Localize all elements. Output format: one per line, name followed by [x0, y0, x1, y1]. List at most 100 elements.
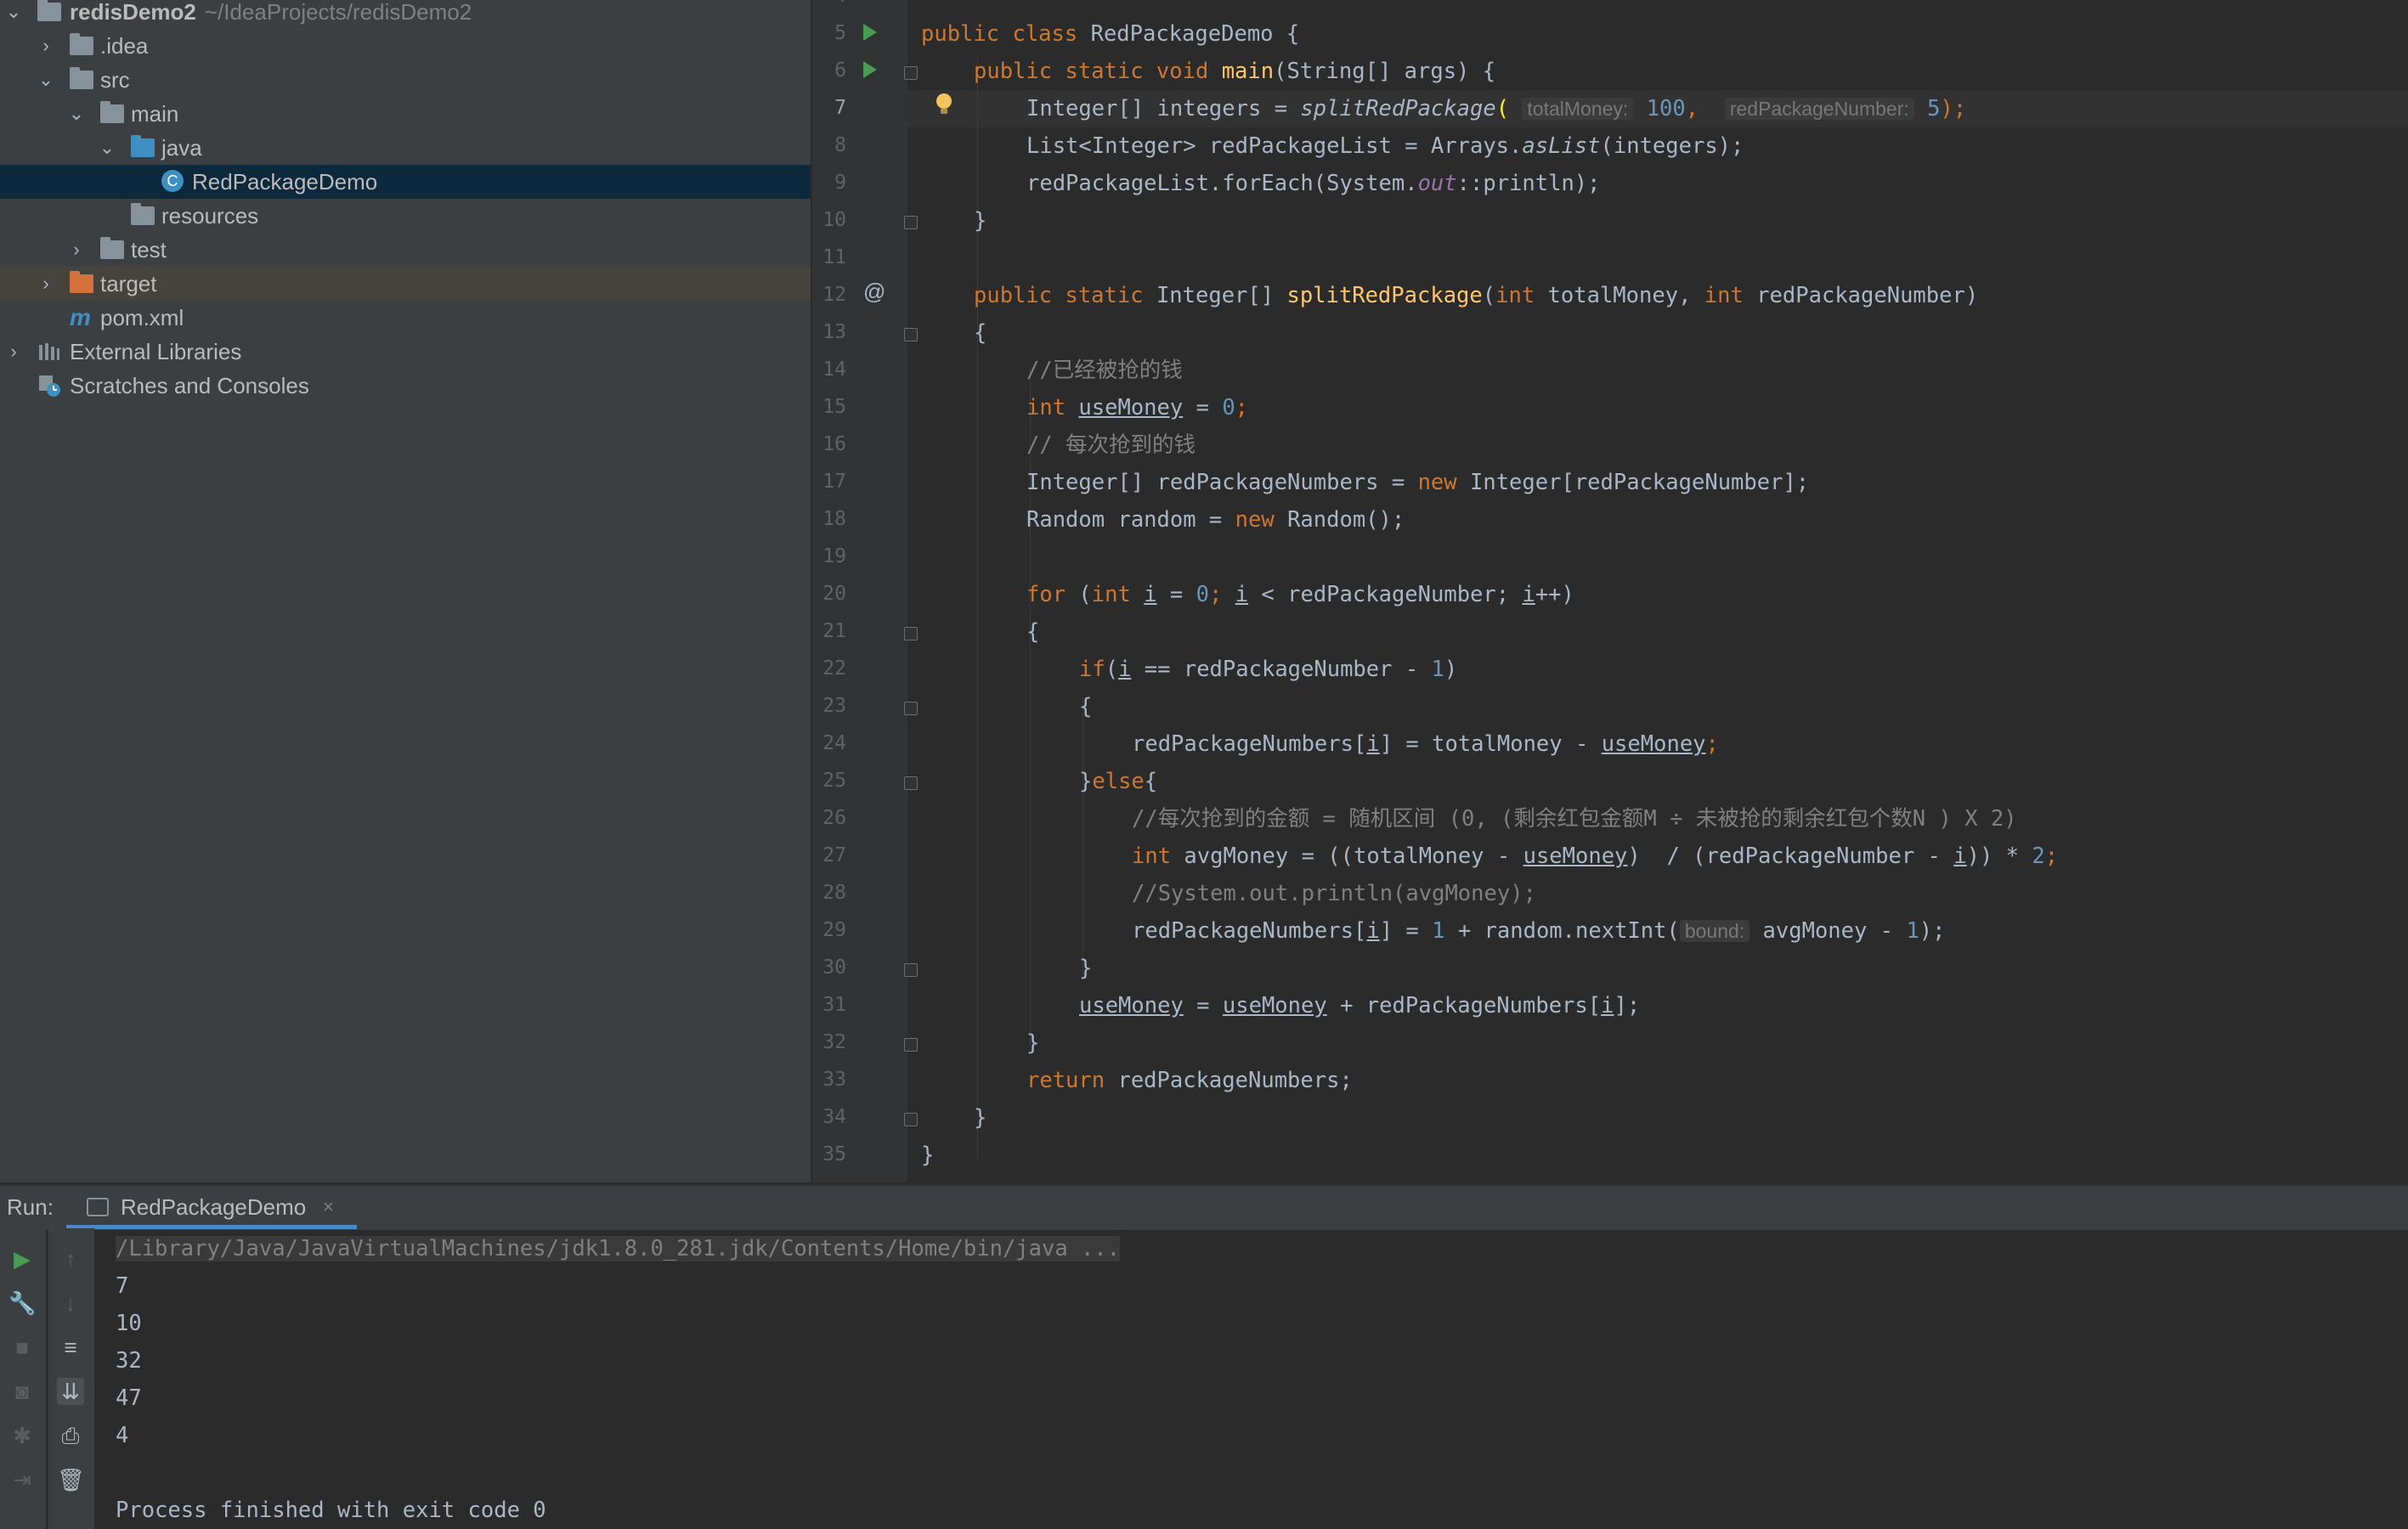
at-annotation-icon[interactable]: @ [863, 279, 885, 305]
libraries-icon [37, 340, 61, 364]
code-line-10[interactable]: } [974, 202, 986, 240]
param-hint-bound: bound: [1679, 920, 1750, 942]
code-line-14[interactable]: //已经被抢的钱 [1026, 352, 1183, 389]
tree-item-label: Scratches and Consoles [70, 373, 309, 398]
fold-marker-icon[interactable] [904, 66, 918, 80]
line-number: 10 [822, 209, 846, 231]
exit-icon[interactable]: ⇥ [8, 1466, 36, 1493]
wrench-icon[interactable]: 🔧 [8, 1289, 36, 1317]
tree-item-label: target [100, 271, 157, 296]
fold-marker-icon[interactable] [904, 1038, 918, 1052]
code-line-27[interactable]: int avgMoney = ((totalMoney - useMoney) … [1132, 838, 2058, 875]
tree-item-redpackagedemo[interactable]: C RedPackageDemo [0, 165, 811, 199]
code-line-20[interactable]: for (int i = 0; i < redPackageNumber; i+… [1026, 576, 1574, 613]
close-tab-icon[interactable]: × [323, 1196, 334, 1218]
code-line-34[interactable]: } [974, 1099, 986, 1137]
code-line-8[interactable]: List<Integer> redPackageList = Arrays.as… [1026, 127, 1744, 165]
line-number: 34 [822, 1106, 846, 1128]
chevron-right-icon[interactable]: › [66, 238, 87, 262]
tree-item-target[interactable]: › target [0, 267, 811, 301]
tree-item-label: test [131, 237, 167, 262]
tree-item-external-libraries[interactable]: › External Libraries [0, 335, 811, 369]
soft-wrap-icon[interactable]: ≡ [57, 1334, 84, 1361]
fold-marker-icon[interactable] [904, 328, 918, 341]
rerun-icon[interactable]: ▶ [8, 1245, 36, 1272]
code-line-23[interactable]: { [1079, 688, 1092, 725]
line-number: 24 [822, 732, 846, 754]
tree-item-main[interactable]: ⌄ main [0, 97, 811, 131]
trash-icon[interactable]: 🗑 [57, 1466, 85, 1493]
module-folder-icon [37, 0, 61, 24]
chevron-down-icon[interactable]: ⌄ [3, 0, 24, 24]
line-number: 12 [822, 284, 846, 306]
fold-marker-icon[interactable] [904, 776, 918, 790]
code-line-9[interactable]: redPackageList.forEach(System.out::print… [1026, 165, 1601, 202]
fold-marker-icon[interactable] [904, 963, 918, 977]
java-class-icon: C [161, 170, 185, 194]
tree-item-test[interactable]: › test [0, 233, 811, 267]
arrow-up-icon[interactable]: ↑ [57, 1245, 84, 1272]
line-number: 31 [822, 994, 846, 1016]
code-line-24[interactable]: redPackageNumbers[i] = totalMoney - useM… [1132, 725, 1719, 763]
run-class-icon[interactable] [863, 24, 877, 41]
code-line-18[interactable]: Random random = new Random(); [1026, 501, 1405, 539]
chevron-down-icon[interactable]: ⌄ [66, 102, 87, 126]
tree-item-label: External Libraries [70, 339, 242, 364]
chevron-right-icon[interactable]: › [36, 272, 56, 296]
code-line-16[interactable]: // 每次抢到的钱 [1026, 426, 1196, 464]
code-line-28[interactable]: //System.out.println(avgMoney); [1132, 875, 1536, 912]
code-line-13[interactable]: { [974, 314, 986, 352]
code-line-7[interactable]: Integer[] integers = splitRedPackage( to… [1026, 90, 1966, 127]
code-line-35[interactable]: } [921, 1137, 934, 1174]
code-line-15[interactable]: int useMoney = 0; [1026, 389, 1248, 426]
line-number: 29 [822, 919, 846, 941]
tree-item-java[interactable]: ⌄ java [0, 131, 811, 165]
code-line-33[interactable]: return redPackageNumbers; [1026, 1062, 1353, 1099]
line-number: 22 [822, 657, 846, 680]
console-output-line: 47 [116, 1385, 142, 1411]
fold-marker-icon[interactable] [904, 216, 918, 229]
scroll-to-end-icon[interactable]: ⇊ [57, 1378, 84, 1405]
code-editor[interactable]: 4 5 6 7 8 9 10 11 12 13 14 15 16 17 18 1… [812, 0, 2408, 1182]
code-line-12[interactable]: public static Integer[] splitRedPackage(… [974, 277, 1978, 314]
chevron-down-icon[interactable]: ⌄ [97, 136, 117, 160]
tree-item-label: .idea [100, 33, 149, 59]
line-number: 11 [822, 246, 846, 268]
code-line-29[interactable]: redPackageNumbers[i] = 1 + random.nextIn… [1132, 912, 1946, 950]
tree-item-redisdemo2[interactable]: ⌄ redisDemo2 ~/IdeaProjects/redisDemo2 [0, 0, 811, 29]
run-toolbar-right: ↑ ↓ ≡ ⇊ ⎙ 🗑 [48, 1228, 94, 1529]
code-line-25[interactable]: }else{ [1079, 763, 1157, 800]
lightbulb-icon[interactable] [936, 93, 952, 114]
fold-marker-icon[interactable] [904, 702, 918, 715]
arrow-down-icon[interactable]: ↓ [57, 1289, 84, 1317]
console-output-line: 7 [116, 1273, 129, 1299]
chevron-right-icon[interactable]: › [36, 34, 56, 58]
param-hint-redpackagenumber: redPackageNumber: [1724, 98, 1914, 120]
code-line-5[interactable]: public class RedPackageDemo { [921, 15, 1299, 53]
line-number: 14 [822, 358, 846, 381]
tree-item-src[interactable]: ⌄ src [0, 63, 811, 97]
fold-marker-icon[interactable] [904, 627, 918, 640]
tree-item-resources[interactable]: resources [0, 199, 811, 233]
tree-item-label: src [100, 67, 130, 93]
chevron-right-icon[interactable]: › [3, 340, 24, 364]
tree-item-scratches[interactable]: Scratches and Consoles [0, 369, 811, 403]
print-icon[interactable]: ⎙ [57, 1422, 84, 1449]
chevron-down-icon[interactable]: ⌄ [36, 68, 56, 92]
stop-icon[interactable]: ■ [8, 1334, 36, 1361]
scratches-icon [37, 374, 61, 398]
code-line-17[interactable]: Integer[] redPackageNumbers = new Intege… [1026, 464, 1809, 501]
tree-item-pom[interactable]: m pom.xml [0, 301, 811, 335]
code-line-32[interactable]: } [1026, 1024, 1039, 1062]
code-line-22[interactable]: if(i == redPackageNumber - 1) [1079, 651, 1457, 688]
fold-marker-icon[interactable] [904, 1113, 918, 1126]
code-line-30[interactable]: } [1079, 950, 1092, 987]
settings-icon[interactable]: ✱ [8, 1422, 36, 1449]
code-line-26[interactable]: //每次抢到的金额 = 随机区间 (0, (剩余红包金额M ÷ 未被抢的剩余红包… [1132, 800, 2017, 838]
code-line-21[interactable]: { [1026, 613, 1039, 651]
code-line-31[interactable]: useMoney = useMoney + redPackageNumbers[… [1079, 987, 1640, 1024]
code-line-6[interactable]: public static void main(String[] args) { [974, 53, 1495, 90]
tree-item-idea[interactable]: › .idea [0, 29, 811, 63]
run-main-icon[interactable] [863, 61, 877, 78]
camera-icon[interactable]: ◙ [8, 1378, 36, 1405]
